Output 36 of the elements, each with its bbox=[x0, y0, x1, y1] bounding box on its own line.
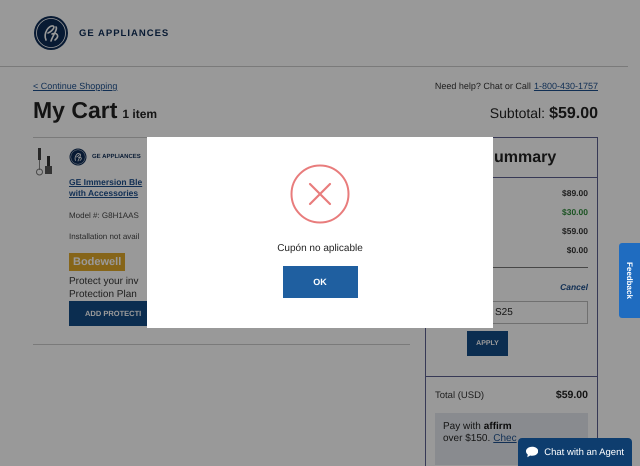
total-value: $59.00 bbox=[556, 389, 588, 401]
chat-button[interactable]: Chat with an Agent bbox=[518, 438, 632, 466]
summary-value: $89.00 bbox=[561, 188, 588, 198]
feedback-tab[interactable]: Feedback bbox=[619, 243, 640, 318]
summary-value: $30.00 bbox=[561, 207, 588, 217]
ok-button[interactable]: OK bbox=[282, 266, 358, 298]
continue-shopping-link[interactable]: < Continue Shopping bbox=[33, 81, 118, 91]
summary-value: $0.00 bbox=[566, 245, 588, 255]
affirm-link[interactable]: Chec bbox=[493, 433, 517, 445]
affirm-text: over $150. bbox=[443, 433, 490, 445]
help-text: Need help? Chat or Call bbox=[434, 81, 531, 91]
affirm-logo: affirm bbox=[484, 421, 512, 433]
logo-icon bbox=[69, 148, 87, 166]
protection-text: Protection Plan bbox=[69, 288, 138, 301]
page-title: My Cart bbox=[33, 97, 118, 124]
model-number: Model #: G8H1AAS bbox=[69, 211, 140, 220]
phone-link[interactable]: 1-800-430-1757 bbox=[534, 81, 598, 91]
product-link[interactable]: GE Immersion Ble bbox=[69, 177, 147, 188]
subtotal-value: $59.00 bbox=[549, 105, 598, 123]
brand-name: GE APPLIANCES bbox=[79, 28, 170, 38]
item-count: 1 item bbox=[122, 107, 158, 121]
protection-logo: Bodewell bbox=[69, 253, 126, 271]
blender-icon bbox=[36, 148, 53, 176]
summary-title: ummary bbox=[494, 148, 556, 166]
installation-note: Installation not avail bbox=[69, 232, 140, 241]
chat-icon bbox=[526, 446, 538, 458]
affirm-text: Pay with bbox=[443, 421, 481, 433]
logo-icon bbox=[33, 15, 69, 51]
total-label: Total (USD) bbox=[435, 390, 484, 401]
cancel-link[interactable]: Cancel bbox=[560, 282, 588, 292]
error-icon bbox=[290, 164, 350, 224]
alert-message: Cupón no aplicable bbox=[277, 243, 363, 254]
summary-value: $59.00 bbox=[561, 226, 588, 236]
protection-text: Protect your inv bbox=[69, 275, 140, 288]
product-link[interactable]: with Accessories bbox=[69, 188, 147, 199]
subtotal-label: Subtotal: bbox=[490, 105, 546, 121]
